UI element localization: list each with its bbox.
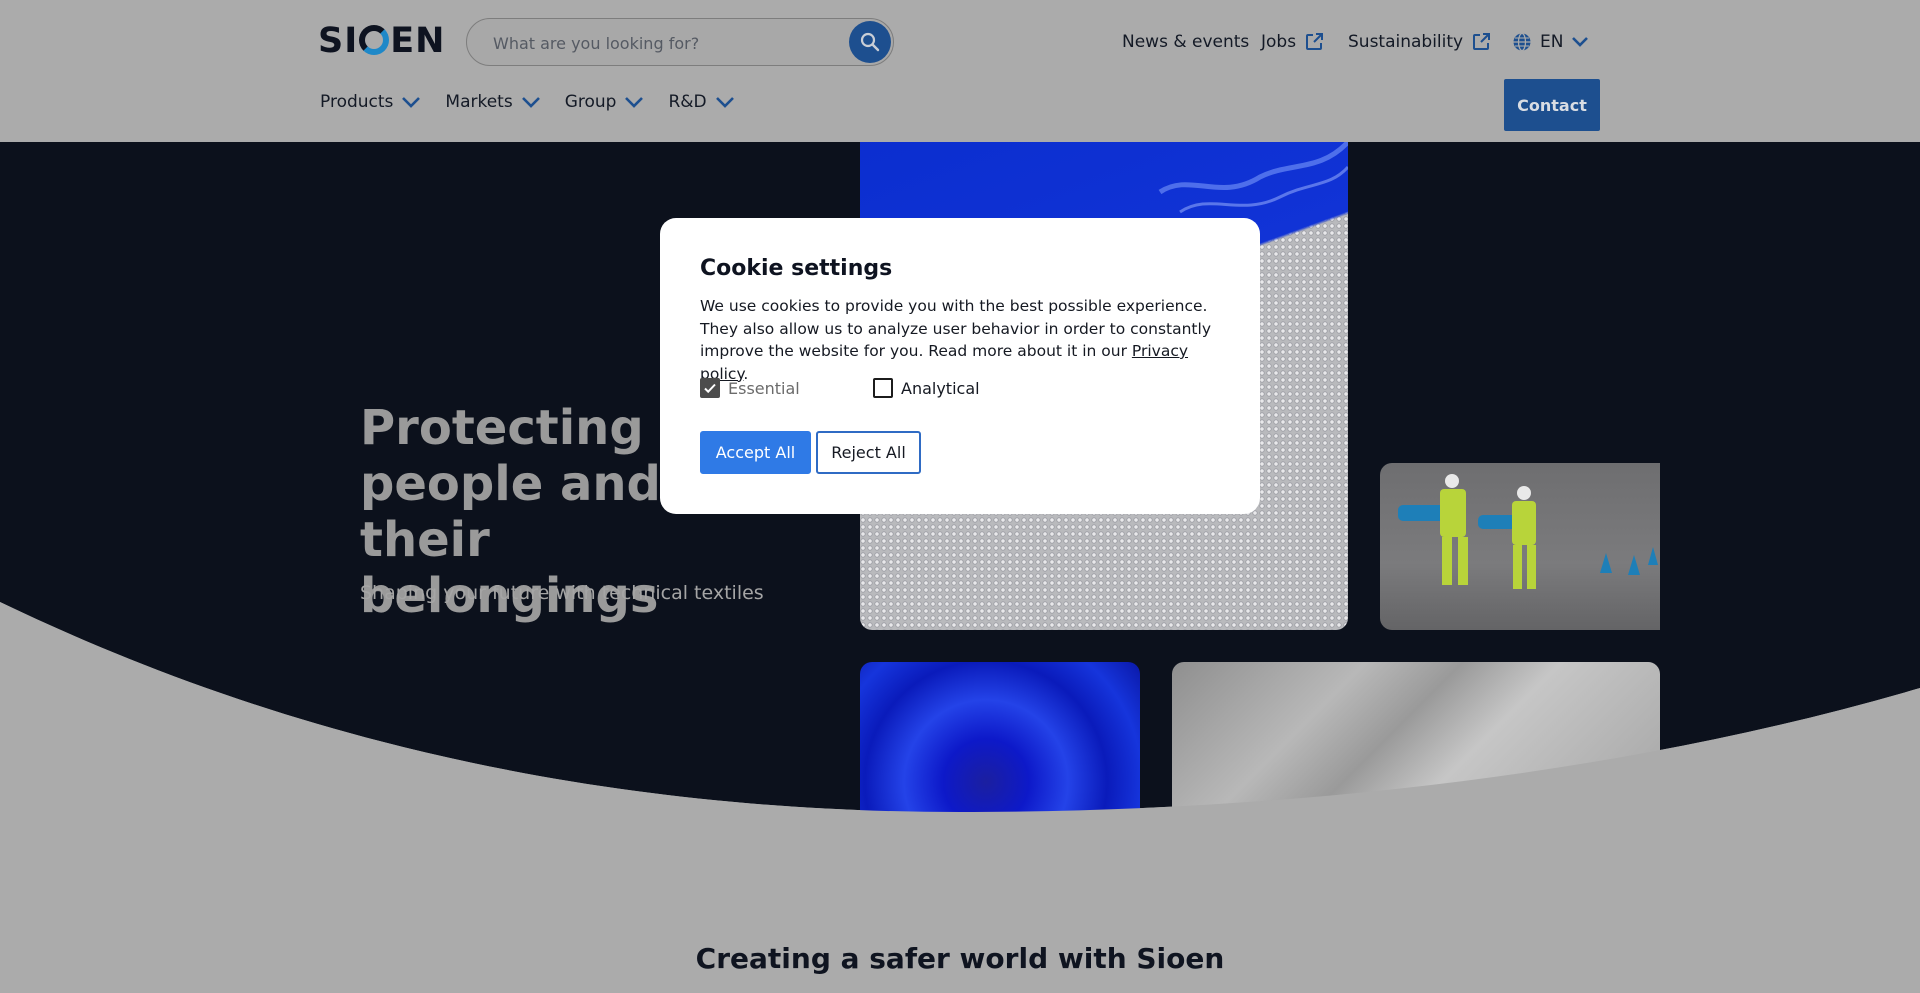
cookie-dialog-title: Cookie settings [700, 256, 893, 281]
nav-products[interactable]: Products [320, 92, 421, 112]
cookie-settings-dialog: Cookie settings We use cookies to provid… [660, 218, 1260, 514]
nav-rd[interactable]: R&D [668, 92, 734, 112]
chevron-down-icon [625, 97, 644, 108]
nav-group[interactable]: Group [565, 92, 645, 112]
search-input[interactable] [493, 31, 833, 55]
workers-illustration [1398, 474, 1658, 589]
nav-markets-label: Markets [445, 92, 513, 112]
essential-option: Essential [700, 378, 873, 398]
sioen-logo[interactable]: SI EN [318, 20, 446, 61]
checkmark-icon [704, 383, 716, 394]
nav-news-events-label: News & events [1122, 32, 1250, 52]
section-title: Creating a safer world with Sioen [695, 942, 1225, 975]
analytical-label: Analytical [901, 378, 980, 398]
chevron-down-icon [1572, 37, 1589, 47]
logo-o-mark [359, 24, 390, 55]
workers-image [1380, 463, 1660, 630]
cookie-dialog-text: We use cookies to provide you with the b… [700, 295, 1224, 385]
external-link-icon [1473, 33, 1491, 50]
external-link-icon [1306, 33, 1324, 50]
chevron-down-icon [715, 97, 734, 108]
nav-jobs[interactable]: Jobs [1261, 30, 1324, 54]
blue-liquid-image [860, 662, 1140, 822]
language-label: EN [1540, 32, 1564, 52]
nav-group-label: Group [564, 92, 617, 112]
search-button[interactable] [849, 21, 891, 63]
cookie-buttons: Accept All Reject All [700, 431, 921, 474]
white-textile-image [1172, 662, 1660, 822]
nav-markets[interactable]: Markets [445, 92, 540, 112]
analytical-checkbox[interactable] [873, 378, 893, 398]
search-icon [860, 32, 880, 52]
language-selector[interactable]: EN [1512, 30, 1589, 54]
chevron-down-icon [521, 97, 540, 108]
essential-checkbox[interactable] [700, 378, 720, 398]
nav-jobs-label: Jobs [1261, 32, 1297, 52]
search-bar[interactable] [466, 18, 894, 66]
nav-sustainability-label: Sustainability [1348, 32, 1464, 52]
nav-sustainability[interactable]: Sustainability [1348, 30, 1491, 54]
logo-wordmark: SI EN [318, 20, 446, 61]
site-header: SIEN News & events Jobs Sustainability [0, 0, 1920, 142]
analytical-option: Analytical [873, 378, 1046, 398]
main-nav: Products Markets Group R&D [320, 92, 759, 112]
accept-all-button[interactable]: Accept All [700, 431, 811, 474]
chevron-down-icon [402, 97, 421, 108]
essential-label: Essential [728, 378, 800, 398]
globe-icon [1513, 32, 1531, 52]
contact-button[interactable]: Contact [1504, 79, 1600, 131]
reject-all-button[interactable]: Reject All [816, 431, 921, 474]
hero-subtitle: Shaping your future with technical texti… [360, 582, 764, 604]
nav-rd-label: R&D [668, 92, 707, 112]
cookie-options: Essential Analytical [700, 378, 1046, 398]
nav-products-label: Products [320, 92, 394, 112]
nav-news-events[interactable]: News & events [1122, 30, 1249, 54]
